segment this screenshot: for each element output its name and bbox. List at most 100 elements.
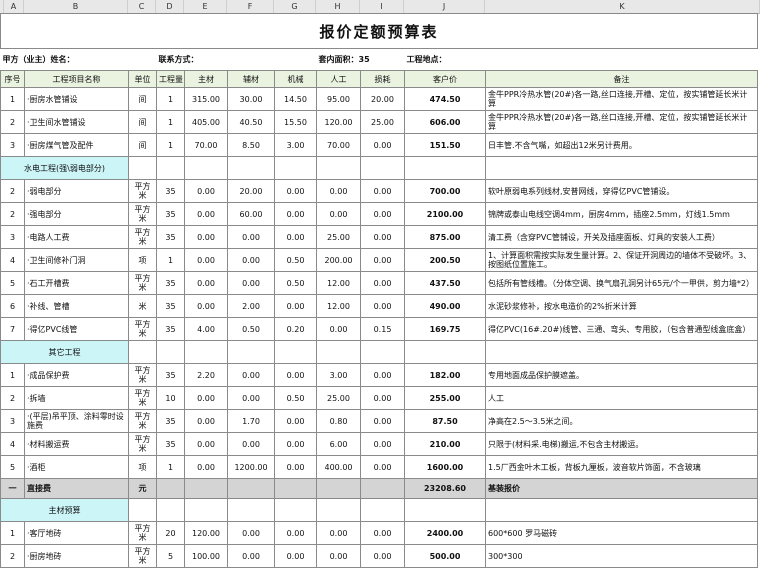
cell-aux[interactable]: 20.00 [227, 179, 275, 203]
cell-name[interactable]: ·客厅地砖 [24, 521, 129, 545]
cell-unit[interactable]: 间 [128, 133, 157, 157]
cell-qty[interactable]: 10 [156, 386, 185, 410]
cell-mach[interactable]: 0.50 [274, 271, 317, 295]
cell-mach[interactable]: 0.00 [274, 202, 317, 226]
cell-labor[interactable]: 0.00 [316, 202, 361, 226]
cell-labor[interactable]: 25.00 [316, 225, 361, 249]
header-price[interactable]: 客户价 [404, 70, 486, 88]
total-unit[interactable]: 元 [128, 478, 157, 499]
cell-name[interactable]: ·电路人工费 [24, 225, 129, 249]
cell-aux[interactable]: 1.70 [227, 409, 275, 433]
cell-main[interactable]: 0.00 [184, 179, 228, 203]
empty-cell[interactable] [316, 340, 361, 364]
cell-mach[interactable]: 0.00 [274, 409, 317, 433]
cell-unit[interactable]: 平方米 [128, 386, 157, 410]
cell-price[interactable]: 474.50 [404, 87, 486, 111]
cell-unit[interactable]: 平方米 [128, 271, 157, 295]
col-header-f[interactable]: F [227, 0, 274, 13]
cell-main[interactable]: 2.20 [184, 363, 228, 387]
empty-cell[interactable] [484, 340, 759, 364]
cell-main[interactable]: 0.00 [184, 432, 228, 456]
cell-labor[interactable]: 6.00 [316, 432, 361, 456]
section-main-materials[interactable]: 主材预算 [0, 498, 129, 522]
cell-note[interactable]: 1.5厂西金叶木工板，背板九厘板，波音软片饰面，不含玻璃 [484, 455, 759, 479]
cell-mach[interactable]: 15.50 [274, 110, 317, 134]
cell-mach[interactable]: 14.50 [274, 87, 317, 111]
cell-labor[interactable]: 0.00 [316, 317, 361, 341]
cell-no[interactable]: 2 [0, 179, 25, 203]
cell-loss[interactable]: 0.00 [360, 179, 405, 203]
col-header-g[interactable]: G [274, 0, 316, 13]
total-name[interactable]: 直接费 [24, 478, 129, 499]
cell-no[interactable]: 4 [0, 248, 25, 272]
cell-unit[interactable]: 平方米 [128, 432, 157, 456]
cell-unit[interactable]: 平方米 [128, 544, 157, 568]
cell-price[interactable]: 2400.00 [404, 521, 486, 545]
cell-name[interactable]: ·成品保护费 [24, 363, 129, 387]
cell-main[interactable]: 405.00 [184, 110, 228, 134]
cell-loss[interactable]: 0.00 [360, 409, 405, 433]
cell-name[interactable]: ·弱电部分 [24, 179, 129, 203]
cell-note[interactable]: 日丰管.不含气嘴，如超出12米另计费用。 [484, 133, 759, 157]
cell-price[interactable]: 700.00 [404, 179, 486, 203]
empty-cell[interactable] [274, 156, 317, 180]
cell-name[interactable]: ·石工开槽费 [24, 271, 129, 295]
cell-no[interactable]: 1 [0, 521, 25, 545]
cell-note[interactable]: 1、计算面积需按实际发生量计算。2、保证开洞周边的墙体不受破坏。3、按图纸位置施… [484, 248, 759, 272]
cell-qty[interactable]: 1 [156, 110, 185, 134]
cell-loss[interactable]: 0.00 [360, 363, 405, 387]
empty-cell[interactable] [404, 156, 486, 180]
empty-cell[interactable] [227, 156, 275, 180]
cell-no[interactable]: 6 [0, 294, 25, 318]
empty-cell[interactable] [360, 478, 405, 499]
cell-qty[interactable]: 35 [156, 363, 185, 387]
cell-no[interactable]: 2 [0, 202, 25, 226]
cell-unit[interactable]: 米 [128, 294, 157, 318]
cell-price[interactable]: 490.00 [404, 294, 486, 318]
cell-labor[interactable]: 0.80 [316, 409, 361, 433]
cell-qty[interactable]: 35 [156, 432, 185, 456]
header-aux[interactable]: 辅材 [227, 70, 275, 88]
cell-aux[interactable]: 0.50 [227, 317, 275, 341]
cell-loss[interactable]: 0.15 [360, 317, 405, 341]
cell-main[interactable]: 0.00 [184, 225, 228, 249]
cell-loss[interactable]: 0.00 [360, 455, 405, 479]
cell-unit[interactable]: 平方米 [128, 363, 157, 387]
cell-main[interactable]: 0.00 [184, 409, 228, 433]
cell-name[interactable]: ·厨房地砖 [24, 544, 129, 568]
col-header-c[interactable]: C [128, 0, 156, 13]
col-header-j[interactable]: J [404, 0, 485, 13]
cell-labor[interactable]: 25.00 [316, 386, 361, 410]
cell-unit[interactable]: 平方米 [128, 202, 157, 226]
cell-unit[interactable]: 项 [128, 248, 157, 272]
cell-name[interactable]: ·(平层)吊平顶、涂料零时设施费 [24, 409, 129, 433]
cell-qty[interactable]: 5 [156, 544, 185, 568]
cell-no[interactable]: 5 [0, 271, 25, 295]
cell-note[interactable]: 得亿PVC(16#.20#)线管、三通、弯头、专用胶，（包含普通型线盒底盒） [484, 317, 759, 341]
cell-aux[interactable]: 0.00 [227, 432, 275, 456]
cell-note[interactable]: 净高在2.5～3.5米之间。 [484, 409, 759, 433]
cell-no[interactable]: 1 [0, 87, 25, 111]
cell-labor[interactable]: 200.00 [316, 248, 361, 272]
cell-aux[interactable]: 0.00 [227, 225, 275, 249]
empty-cell[interactable] [484, 498, 759, 522]
cell-labor[interactable]: 0.00 [316, 179, 361, 203]
cell-mach[interactable]: 0.00 [274, 363, 317, 387]
cell-price[interactable]: 182.00 [404, 363, 486, 387]
cell-main[interactable]: 0.00 [184, 248, 228, 272]
col-header-h[interactable]: H [316, 0, 360, 13]
cell-qty[interactable]: 35 [156, 179, 185, 203]
cell-aux[interactable]: 0.00 [227, 248, 275, 272]
total-note[interactable]: 基装报价 [484, 478, 759, 499]
header-loss[interactable]: 损耗 [360, 70, 405, 88]
empty-cell[interactable] [227, 478, 275, 499]
empty-cell[interactable] [184, 498, 228, 522]
cell-qty[interactable]: 1 [156, 248, 185, 272]
empty-cell[interactable] [404, 498, 486, 522]
cell-note[interactable]: 专用地面成品保护膜遮盖。 [484, 363, 759, 387]
cell-price[interactable]: 255.00 [404, 386, 486, 410]
cell-note[interactable]: 清工费（含穿PVC管铺设，开关及插座面板、灯具的安装人工费） [484, 225, 759, 249]
col-header-a[interactable]: A [4, 0, 24, 13]
empty-cell[interactable] [156, 498, 185, 522]
cell-main[interactable]: 100.00 [184, 544, 228, 568]
